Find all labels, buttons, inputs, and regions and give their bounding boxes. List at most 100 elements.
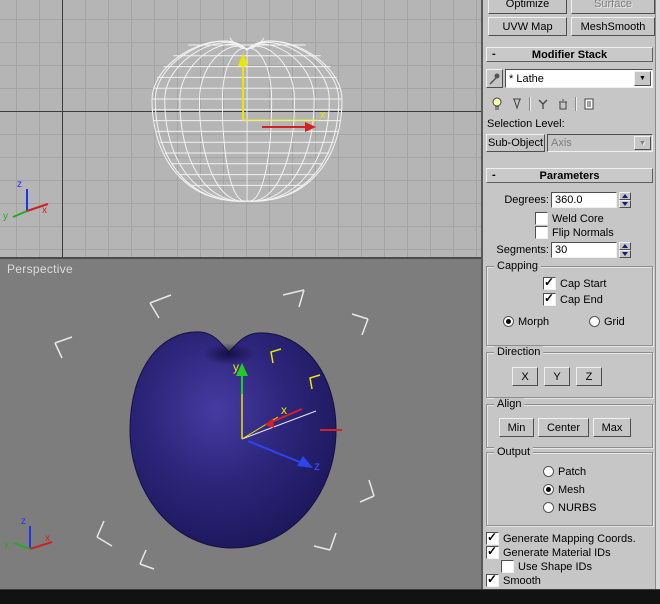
- segments-input[interactable]: 30: [551, 242, 617, 258]
- gizmo-z-label: z: [314, 459, 320, 473]
- make-unique-icon: [538, 99, 548, 109]
- meshsmooth-button[interactable]: MeshSmooth: [571, 17, 655, 36]
- generate-material-ids-checkbox[interactable]: [486, 544, 499, 559]
- viewport-front[interactable]: x z x y: [0, 0, 482, 257]
- viewport-axis-tripod: z x y: [4, 516, 53, 550]
- output-mesh-radio[interactable]: [543, 484, 554, 495]
- capping-group: Capping Cap Start Cap End Morph Grid: [486, 260, 653, 346]
- toolbar-separator: [575, 97, 577, 111]
- modifier-stack-rollout[interactable]: - Modifier Stack: [486, 47, 653, 62]
- tripod-z-label: z: [17, 179, 22, 190]
- generate-material-ids-label: Generate Material IDs: [503, 546, 611, 559]
- output-patch-label: Patch: [558, 465, 587, 478]
- cap-end-label: Cap End: [560, 293, 603, 306]
- align-group-title: Align: [494, 398, 525, 410]
- toolbar-separator: [529, 97, 531, 111]
- sub-object-level-dropdown: Axis: [547, 134, 653, 152]
- weld-core-label: Weld Core: [552, 212, 604, 225]
- degrees-spinner: [619, 192, 631, 208]
- book-icon: [584, 98, 594, 110]
- edit-stack-button[interactable]: [581, 96, 597, 112]
- viewport-axis-tripod: z x y: [3, 179, 49, 222]
- lightbulb-icon: [492, 97, 502, 110]
- align-min-button[interactable]: Min: [499, 418, 534, 437]
- output-nurbs-radio[interactable]: [543, 502, 554, 513]
- test-tube-icon: [513, 98, 521, 110]
- cap-start-label: Cap Start: [560, 277, 607, 290]
- degrees-input[interactable]: 360.0: [551, 192, 617, 208]
- uvw-map-button[interactable]: UVW Map: [488, 17, 567, 36]
- smooth-checkbox[interactable]: [486, 572, 499, 587]
- grid-label: Grid: [604, 315, 625, 328]
- segments-label: Segments:: [496, 244, 549, 256]
- weld-core-checkbox[interactable]: [535, 212, 548, 225]
- modifier-stack-dropdown[interactable]: * Lathe: [505, 69, 653, 88]
- tripod-x-label: x: [45, 533, 50, 544]
- generate-mapping-coords-label: Generate Mapping Coords.: [503, 532, 636, 545]
- direction-z-button[interactable]: Z: [576, 367, 602, 386]
- segments-spinner: [619, 242, 631, 258]
- pin-icon: [489, 73, 500, 85]
- direction-group-title: Direction: [494, 346, 544, 358]
- sub-object-button[interactable]: Sub-Object: [486, 134, 545, 152]
- segments-spin-down[interactable]: [619, 250, 631, 258]
- output-patch-radio[interactable]: [543, 466, 554, 477]
- cap-end-checkbox[interactable]: [543, 291, 556, 306]
- align-center-button[interactable]: Center: [538, 418, 589, 437]
- 3dsmax-window: x z x y y x z z x y Perspective Optimize…: [0, 0, 660, 604]
- active-toggle-button[interactable]: [489, 96, 505, 112]
- perspective-canvas: y x z z x y: [4, 289, 375, 570]
- dropdown-arrow-icon[interactable]: [634, 71, 651, 86]
- make-unique-button[interactable]: [535, 96, 551, 112]
- trash-icon: [559, 99, 567, 110]
- align-max-button[interactable]: Max: [593, 418, 631, 437]
- collapse-icon[interactable]: -: [492, 169, 496, 181]
- viewport-perspective[interactable]: y x z z x y Perspective: [0, 259, 482, 589]
- morph-radio[interactable]: [503, 316, 514, 327]
- show-end-result-button[interactable]: [509, 96, 525, 112]
- segments-value: 30: [555, 244, 568, 256]
- capping-group-title: Capping: [494, 260, 541, 272]
- output-group: Output Patch Mesh NURBS: [486, 446, 653, 526]
- tripod-z-label: z: [21, 516, 26, 527]
- optimize-button[interactable]: Optimize: [488, 0, 567, 14]
- align-group: Align Min Center Max: [486, 398, 653, 448]
- parameters-rollout[interactable]: - Parameters: [486, 168, 653, 183]
- smooth-label: Smooth: [503, 574, 541, 587]
- tripod-x-label: x: [42, 205, 47, 216]
- cap-start-checkbox[interactable]: [543, 275, 556, 290]
- grid-radio[interactable]: [589, 316, 600, 327]
- selection-level-label: Selection Level:: [487, 118, 565, 130]
- direction-group: Direction X Y Z: [486, 346, 653, 398]
- gizmo-x-label: x: [281, 403, 287, 417]
- degrees-spin-up[interactable]: [619, 192, 631, 200]
- direction-y-button[interactable]: Y: [544, 367, 570, 386]
- tripod-y-label: y: [4, 539, 9, 550]
- collapse-icon[interactable]: -: [492, 48, 496, 60]
- use-shape-ids-label: Use Shape IDs: [518, 560, 592, 573]
- degrees-label: Degrees:: [504, 194, 549, 206]
- track-bar[interactable]: [0, 589, 660, 604]
- pin-stack-button[interactable]: [486, 69, 503, 88]
- degrees-value: 360.0: [555, 194, 583, 206]
- viewport-label[interactable]: Perspective: [7, 262, 73, 276]
- panel-scrollbar[interactable]: [655, 0, 660, 589]
- tripod-y-label: y: [3, 211, 8, 222]
- front-viewport-canvas: x z x y: [3, 37, 343, 222]
- output-nurbs-label: NURBS: [558, 501, 597, 514]
- sub-object-level-value: Axis: [551, 137, 572, 149]
- segments-spin-up[interactable]: [619, 242, 631, 250]
- transform-gizmo[interactable]: x: [238, 53, 326, 132]
- degrees-spin-down[interactable]: [619, 200, 631, 208]
- rollout-title: Modifier Stack: [531, 48, 608, 61]
- surface-button: Surface: [571, 0, 655, 14]
- current-modifier: * Lathe: [509, 72, 544, 85]
- direction-x-button[interactable]: X: [512, 367, 538, 386]
- gizmo-x-arrowhead[interactable]: [305, 122, 316, 132]
- apple-dimple-shading: [203, 343, 255, 365]
- morph-label: Morph: [518, 315, 550, 328]
- remove-modifier-button[interactable]: [555, 96, 571, 112]
- command-panel: Optimize Surface UVW Map MeshSmooth - Mo…: [483, 0, 655, 589]
- use-shape-ids-checkbox[interactable]: [501, 560, 514, 573]
- flip-normals-checkbox[interactable]: [535, 226, 548, 239]
